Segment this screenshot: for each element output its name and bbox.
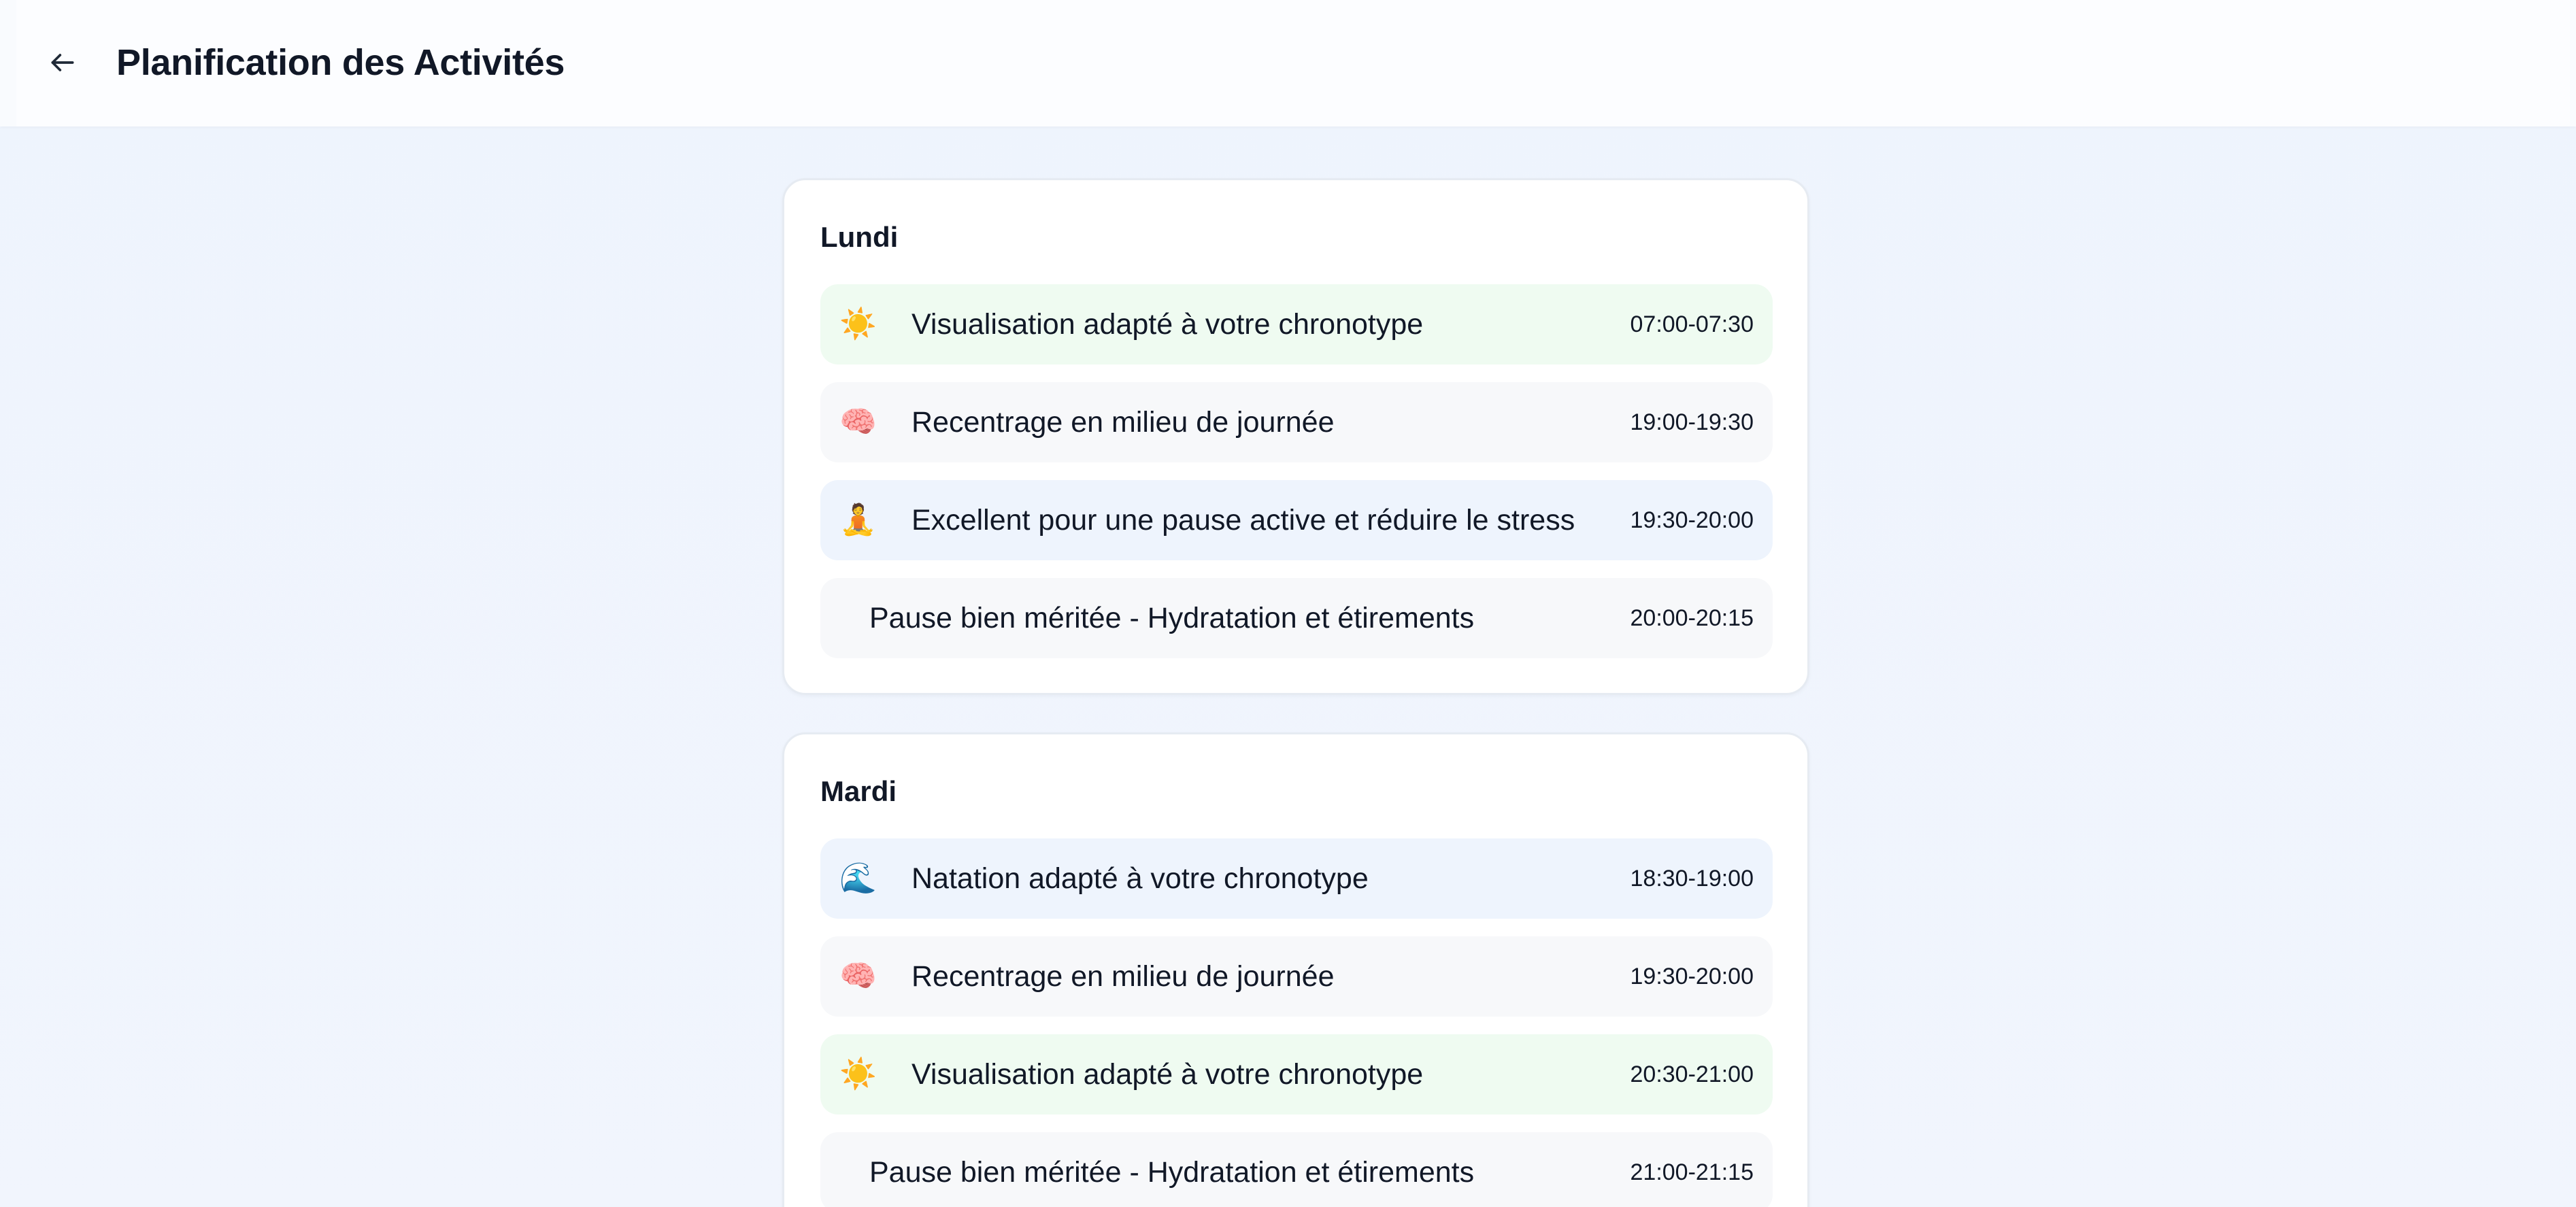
activity-time: 18:30-19:00 bbox=[1630, 866, 1754, 891]
activity-time: 20:30-21:00 bbox=[1630, 1061, 1754, 1087]
page-title: Planification des Activités bbox=[116, 42, 565, 83]
day-card-lundi: Lundi ☀️ Visualisation adapté à votre ch… bbox=[782, 178, 1809, 695]
activity-time: 20:00-20:15 bbox=[1630, 605, 1754, 631]
activity-item[interactable]: 🌊 Natation adapté à votre chronotype 18:… bbox=[820, 838, 1773, 919]
day-card-mardi: Mardi 🌊 Natation adapté à votre chronoty… bbox=[782, 732, 1809, 1207]
back-button[interactable] bbox=[35, 35, 90, 90]
activity-label: Visualisation adapté à votre chronotype bbox=[911, 1058, 1424, 1091]
brain-icon: 🧠 bbox=[839, 959, 877, 993]
swimming-icon: 🌊 bbox=[839, 862, 877, 895]
activity-time: 21:00-21:15 bbox=[1630, 1159, 1754, 1185]
activity-item[interactable]: 🧘 Excellent pour une pause active et réd… bbox=[820, 480, 1773, 560]
activity-item[interactable]: 🧠 Recentrage en milieu de journée 19:00-… bbox=[820, 382, 1773, 462]
activity-label: Natation adapté à votre chronotype bbox=[911, 862, 1369, 895]
app-header: Planification des Activités bbox=[0, 0, 2576, 126]
sun-icon: ☀️ bbox=[839, 307, 877, 341]
day-title: Mardi bbox=[820, 775, 897, 807]
arrow-left-icon bbox=[51, 54, 74, 71]
activity-time: 19:30-20:00 bbox=[1630, 507, 1754, 533]
activity-item[interactable]: ☀️ Visualisation adapté à votre chronoty… bbox=[820, 1034, 1773, 1115]
activity-item[interactable]: 🧠 Recentrage en milieu de journée 19:30-… bbox=[820, 936, 1773, 1017]
activity-label: Excellent pour une pause active et rédui… bbox=[911, 504, 1575, 537]
sun-icon: ☀️ bbox=[839, 1057, 877, 1091]
activity-label: Pause bien méritée - Hydratation et étir… bbox=[869, 1156, 1475, 1189]
activity-label: Pause bien méritée - Hydratation et étir… bbox=[869, 602, 1475, 634]
activity-label: Visualisation adapté à votre chronotype bbox=[911, 308, 1424, 341]
activity-item[interactable]: Pause bien méritée - Hydratation et étir… bbox=[820, 578, 1773, 658]
activity-time: 07:00-07:30 bbox=[1630, 311, 1754, 337]
day-title: Lundi bbox=[820, 221, 899, 253]
activity-item[interactable]: Pause bien méritée - Hydratation et étir… bbox=[820, 1132, 1773, 1207]
meditation-icon: 🧘 bbox=[839, 503, 877, 537]
brain-icon: 🧠 bbox=[839, 405, 877, 439]
activity-label: Recentrage en milieu de journée bbox=[911, 960, 1335, 993]
activity-label: Recentrage en milieu de journée bbox=[911, 406, 1335, 439]
activity-time: 19:30-20:00 bbox=[1630, 964, 1754, 989]
activity-time: 19:00-19:30 bbox=[1630, 409, 1754, 435]
activity-item[interactable]: ☀️ Visualisation adapté à votre chronoty… bbox=[820, 284, 1773, 364]
